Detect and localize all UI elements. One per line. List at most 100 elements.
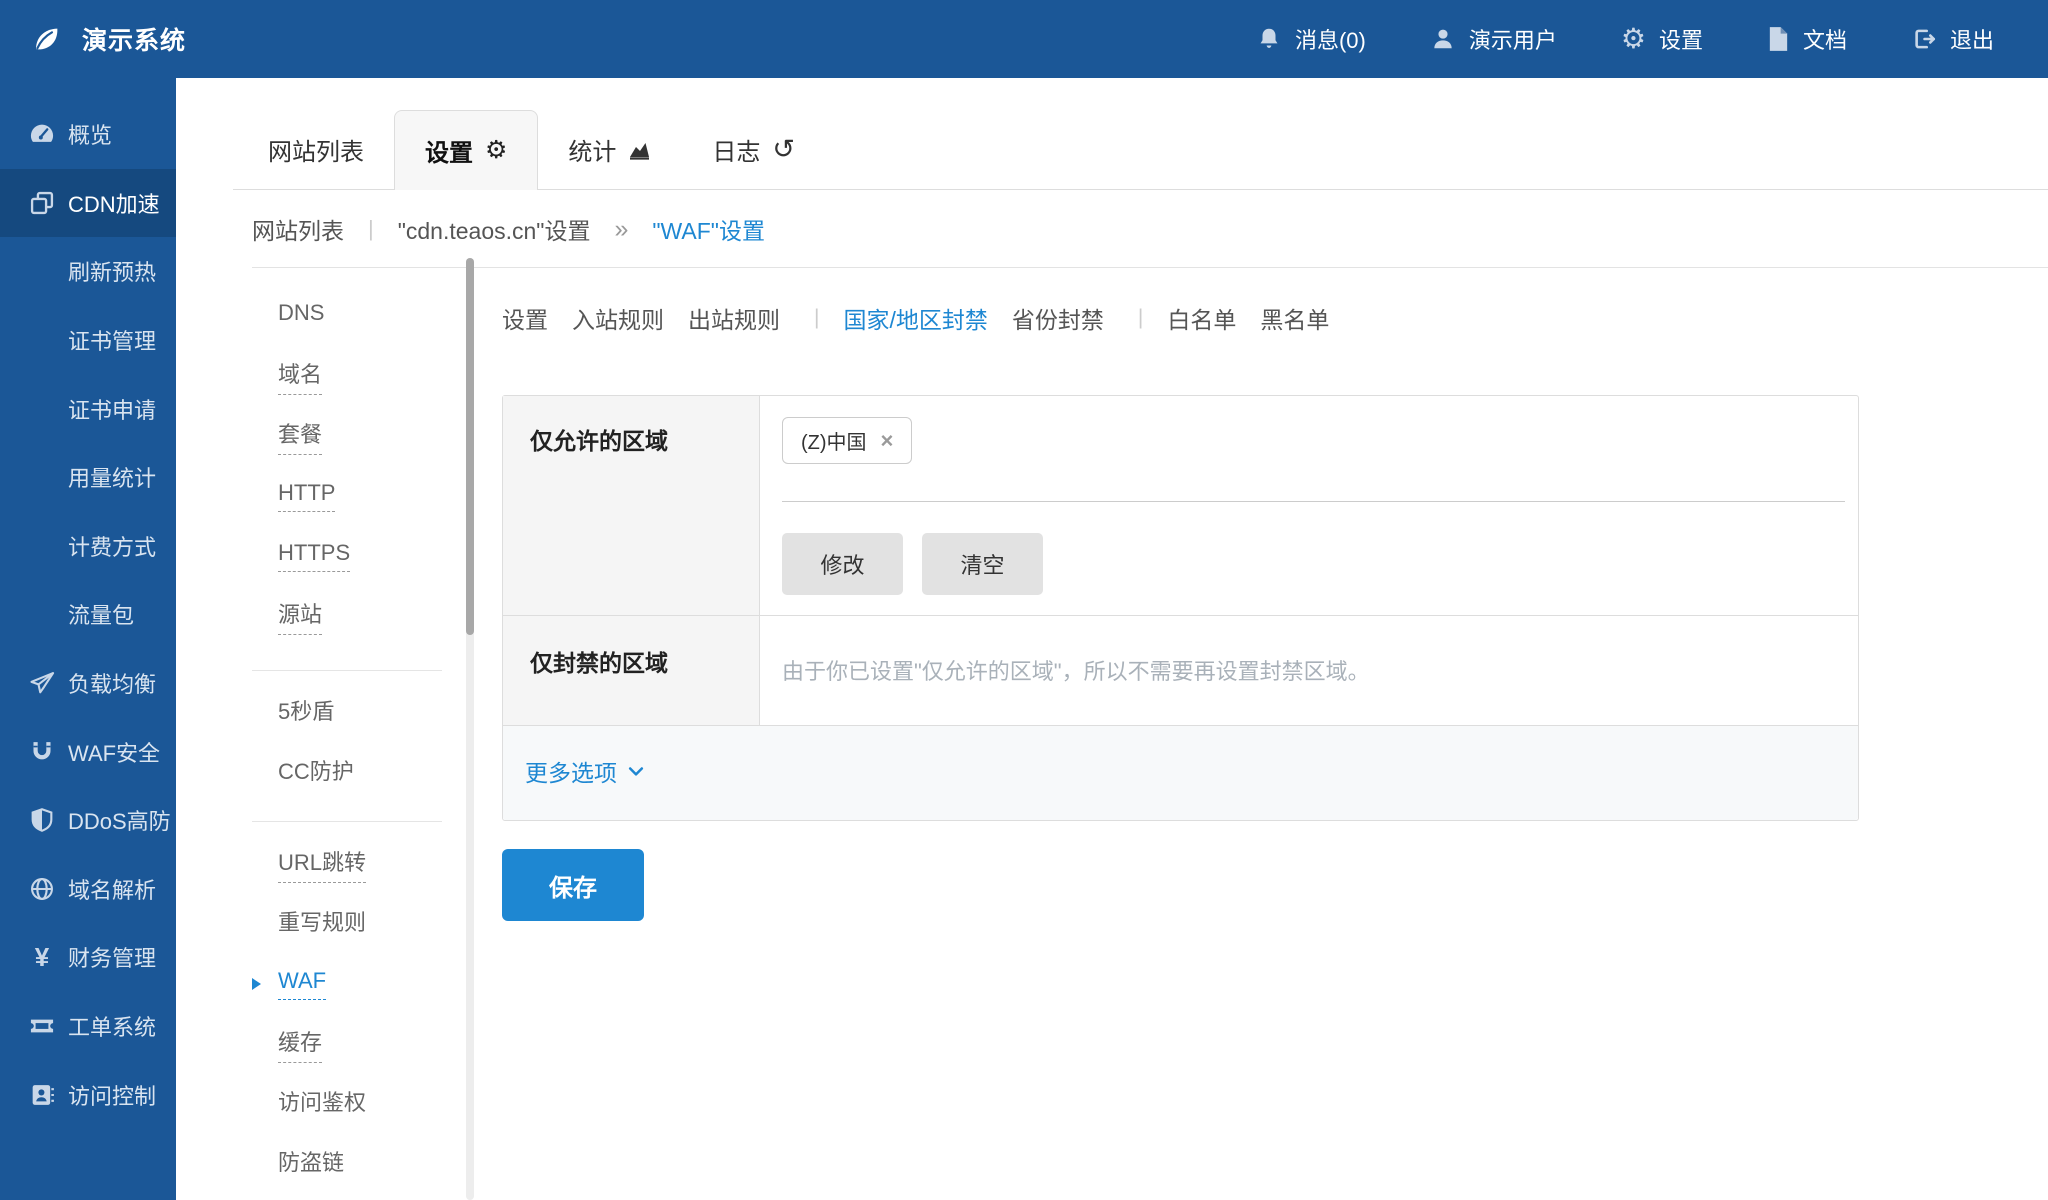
waf-tab-province-block[interactable]: 省份封禁 bbox=[1012, 301, 1104, 335]
subnav-item-origin[interactable]: 源站 bbox=[176, 586, 466, 646]
sidebar-label: 刷新预热 bbox=[68, 260, 157, 286]
sidebar-item-cdn[interactable]: CDN加速 bbox=[0, 168, 176, 238]
waf-tab-settings[interactable]: 设置 bbox=[502, 301, 548, 335]
sidebar-item-dns-resolve[interactable]: 域名解析 bbox=[0, 855, 176, 924]
region-block-form: 仅允许的区域 (Z)中国 × 修改 清空 仅封禁的区域 由于你已设置"仅允许的区… bbox=[502, 395, 1859, 821]
chevron-down-icon bbox=[626, 761, 646, 781]
sidebar-item-cert-apply[interactable]: 证书申请 bbox=[0, 374, 176, 443]
subnav-item-url-redirect[interactable]: URL跳转 bbox=[176, 834, 466, 894]
subnav-label: 源站 bbox=[278, 597, 323, 635]
subnav-item-5s-shield[interactable]: 5秒盾 bbox=[176, 683, 466, 743]
subnav-label: HTTP bbox=[278, 480, 336, 512]
region-tag-china[interactable]: (Z)中国 × bbox=[782, 417, 913, 464]
sidebar-item-finance[interactable]: ¥ 财务管理 bbox=[0, 923, 176, 992]
bell-icon bbox=[1256, 26, 1282, 52]
tab-logs[interactable]: 日志 ↺ bbox=[682, 110, 825, 189]
subnav-scrollbar-track[interactable] bbox=[466, 258, 474, 1200]
topbar-menu: 消息(0) 演示用户 ⚙ 设置 文档 退出 bbox=[1256, 23, 2048, 55]
subnav-item-waf[interactable]: WAF bbox=[176, 954, 466, 1014]
tab-site-list[interactable]: 网站列表 bbox=[238, 110, 394, 189]
sidebar-item-traffic-pack[interactable]: 流量包 bbox=[0, 580, 176, 649]
user-label: 演示用户 bbox=[1468, 28, 1557, 53]
waf-tab-whitelist[interactable]: 白名单 bbox=[1167, 301, 1236, 335]
waf-tab-separator: | bbox=[814, 306, 820, 329]
subnav-item-access-auth[interactable]: 访问鉴权 bbox=[176, 1074, 466, 1134]
sidebar-item-cert-manage[interactable]: 证书管理 bbox=[0, 306, 176, 375]
clear-button[interactable]: 清空 bbox=[922, 533, 1043, 595]
sidebar-item-load-balancer[interactable]: 负载均衡 bbox=[0, 649, 176, 718]
more-options-link[interactable]: 更多选项 bbox=[525, 754, 646, 788]
subnav-label: 套餐 bbox=[278, 417, 323, 455]
sidebar-item-waf-security[interactable]: WAF安全 bbox=[0, 717, 176, 786]
sidebar-label: DDoS高防 bbox=[68, 809, 171, 835]
subnav-label: 域名 bbox=[278, 357, 323, 395]
subnav-label: 防盗链 bbox=[278, 1150, 345, 1175]
sidebar-item-ddos[interactable]: DDoS高防 bbox=[0, 786, 176, 855]
waf-tab-blacklist[interactable]: 黑名单 bbox=[1260, 301, 1329, 335]
site-tabbar: 网站列表 设置 ⚙ 统计 日志 ↺ bbox=[233, 78, 2048, 190]
ticket-icon bbox=[27, 1012, 57, 1040]
sidebar-item-overview[interactable]: 概览 bbox=[0, 100, 176, 169]
sidebar-label: 证书管理 bbox=[68, 329, 157, 355]
subnav-item-hotlink-protect[interactable]: 防盗链 bbox=[176, 1134, 466, 1194]
waf-tab-inbound-rules[interactable]: 入站规则 bbox=[572, 301, 664, 335]
breadcrumb-site-settings[interactable]: "cdn.teaos.cn"设置 bbox=[398, 212, 591, 246]
document-icon bbox=[1767, 26, 1790, 52]
subnav-item-rewrite-rules[interactable]: 重写规则 bbox=[176, 894, 466, 954]
sidebar-item-refresh-preheat[interactable]: 刷新预热 bbox=[0, 237, 176, 306]
sidebar-item-access-control[interactable]: 访问控制 bbox=[0, 1060, 176, 1129]
remove-tag-icon[interactable]: × bbox=[881, 429, 894, 452]
settings-body: DNS 域名 套餐 HTTP HTTPS 源站 5秒盾 CC防护 URL跳转 重… bbox=[176, 258, 2048, 1200]
subnav-item-dns[interactable]: DNS bbox=[176, 286, 466, 346]
subnav-item-https[interactable]: HTTPS bbox=[176, 526, 466, 586]
sidebar-item-billing[interactable]: 计费方式 bbox=[0, 512, 176, 581]
magnet-icon bbox=[27, 738, 57, 766]
logout-icon bbox=[1911, 26, 1937, 52]
messages-label: 消息(0) bbox=[1294, 28, 1366, 53]
subnav-divider bbox=[252, 670, 442, 671]
waf-panel: 设置 入站规则 出站规则 | 国家/地区封禁 省份封禁 | 白名单 黑名单 仅允… bbox=[474, 268, 2048, 1200]
sidebar-label: 计费方式 bbox=[68, 534, 157, 560]
docs-menu-item[interactable]: 文档 bbox=[1767, 23, 1847, 55]
sidebar-label: WAF安全 bbox=[68, 740, 161, 766]
tab-settings[interactable]: 设置 ⚙ bbox=[394, 110, 539, 190]
main-content: 网站列表 设置 ⚙ 统计 日志 ↺ 网站列表 | "cdn.teaos.cn"设… bbox=[176, 78, 2048, 1200]
waf-tab-separator: | bbox=[1137, 306, 1144, 329]
subnav-label: 重写规则 bbox=[278, 910, 367, 935]
breadcrumb-site-list[interactable]: 网站列表 bbox=[252, 212, 344, 246]
save-button[interactable]: 保存 bbox=[502, 849, 644, 921]
subnav-item-plan[interactable]: 套餐 bbox=[176, 406, 466, 466]
region-input-underline[interactable] bbox=[782, 501, 1845, 502]
messages-menu-item[interactable]: 消息(0) bbox=[1256, 23, 1366, 55]
sidebar-label: 域名解析 bbox=[68, 877, 157, 903]
chart-icon bbox=[628, 139, 652, 161]
allowed-region-tags: (Z)中国 × bbox=[782, 417, 1845, 464]
modify-button[interactable]: 修改 bbox=[782, 533, 903, 595]
breadcrumb-arrow: » bbox=[614, 214, 629, 243]
subnav-item-cc-protect[interactable]: CC防护 bbox=[176, 743, 466, 803]
shield-icon bbox=[27, 806, 57, 834]
sidebar-item-usage-stats[interactable]: 用量统计 bbox=[0, 443, 176, 512]
sidebar-item-tickets[interactable]: 工单系统 bbox=[0, 992, 176, 1061]
tab-statistics[interactable]: 统计 bbox=[538, 110, 682, 189]
subnav-scrollbar-thumb[interactable] bbox=[466, 258, 474, 635]
waf-tab-outbound-rules[interactable]: 出站规则 bbox=[688, 301, 780, 335]
region-tag-label: (Z)中国 bbox=[801, 432, 867, 454]
subnav-label: 缓存 bbox=[278, 1025, 323, 1063]
subnav-item-domain[interactable]: 域名 bbox=[176, 346, 466, 406]
sidebar-label: 工单系统 bbox=[68, 1015, 157, 1041]
brand[interactable]: 演示系统 bbox=[0, 21, 186, 57]
breadcrumb-separator: | bbox=[368, 216, 374, 241]
subnav-label: WAF bbox=[278, 968, 327, 1000]
subnav-item-http[interactable]: HTTP bbox=[176, 466, 466, 526]
waf-tab-country-block[interactable]: 国家/地区封禁 bbox=[843, 301, 987, 335]
sidebar-label: 负载均衡 bbox=[68, 672, 157, 698]
subnav-item-cache[interactable]: 缓存 bbox=[176, 1014, 466, 1074]
logout-label: 退出 bbox=[1949, 28, 1994, 53]
subnav-label: DNS bbox=[278, 300, 325, 325]
logout-menu-item[interactable]: 退出 bbox=[1911, 23, 1994, 55]
user-menu-item[interactable]: 演示用户 bbox=[1430, 23, 1557, 55]
breadcrumb-waf-settings[interactable]: "WAF"设置 bbox=[652, 212, 765, 246]
settings-menu-item[interactable]: ⚙ 设置 bbox=[1621, 23, 1703, 55]
sidebar-label: 财务管理 bbox=[68, 946, 157, 972]
